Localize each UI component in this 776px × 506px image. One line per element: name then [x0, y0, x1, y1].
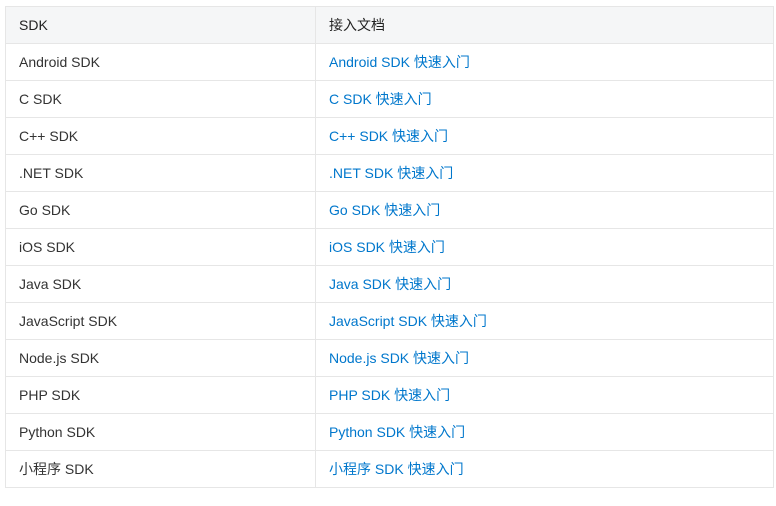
doc-link[interactable]: C SDK 快速入门 [329, 91, 432, 107]
table-row: .NET SDK .NET SDK 快速入门 [5, 154, 774, 192]
doc-link[interactable]: Python SDK 快速入门 [329, 424, 465, 440]
doc-cell: .NET SDK 快速入门 [315, 154, 774, 192]
sdk-name-cell: C SDK [5, 80, 316, 118]
header-sdk: SDK [5, 6, 316, 44]
doc-cell: 小程序 SDK 快速入门 [315, 450, 774, 488]
table-row: 小程序 SDK 小程序 SDK 快速入门 [5, 450, 774, 488]
doc-cell: iOS SDK 快速入门 [315, 228, 774, 266]
sdk-name-cell: iOS SDK [5, 228, 316, 266]
header-doc: 接入文档 [315, 6, 774, 44]
doc-cell: Java SDK 快速入门 [315, 265, 774, 303]
doc-link[interactable]: JavaScript SDK 快速入门 [329, 313, 487, 329]
doc-link[interactable]: Android SDK 快速入门 [329, 54, 470, 70]
doc-cell: C SDK 快速入门 [315, 80, 774, 118]
sdk-name-cell: Go SDK [5, 191, 316, 229]
doc-link[interactable]: Java SDK 快速入门 [329, 276, 451, 292]
doc-link[interactable]: iOS SDK 快速入门 [329, 239, 445, 255]
sdk-name-cell: Android SDK [5, 43, 316, 81]
table-row: JavaScript SDK JavaScript SDK 快速入门 [5, 302, 774, 340]
sdk-name-cell: Java SDK [5, 265, 316, 303]
doc-cell: PHP SDK 快速入门 [315, 376, 774, 414]
sdk-name-cell: PHP SDK [5, 376, 316, 414]
table-header-row: SDK 接入文档 [5, 6, 774, 44]
table-row: iOS SDK iOS SDK 快速入门 [5, 228, 774, 266]
table-header: SDK 接入文档 [5, 6, 774, 44]
doc-cell: Android SDK 快速入门 [315, 43, 774, 81]
table-row: Android SDK Android SDK 快速入门 [5, 43, 774, 81]
table-row: Java SDK Java SDK 快速入门 [5, 265, 774, 303]
doc-link[interactable]: C++ SDK 快速入门 [329, 128, 448, 144]
table-body: Android SDK Android SDK 快速入门 C SDK C SDK… [5, 43, 774, 488]
sdk-name-cell: 小程序 SDK [5, 450, 316, 488]
sdk-name-cell: Python SDK [5, 413, 316, 451]
table-row: Python SDK Python SDK 快速入门 [5, 413, 774, 451]
sdk-name-cell: JavaScript SDK [5, 302, 316, 340]
sdk-docs-table: SDK 接入文档 Android SDK Android SDK 快速入门 C … [5, 6, 774, 488]
doc-cell: Python SDK 快速入门 [315, 413, 774, 451]
doc-cell: Go SDK 快速入门 [315, 191, 774, 229]
table-row: PHP SDK PHP SDK 快速入门 [5, 376, 774, 414]
table-row: Go SDK Go SDK 快速入门 [5, 191, 774, 229]
table-row: Node.js SDK Node.js SDK 快速入门 [5, 339, 774, 377]
doc-link[interactable]: 小程序 SDK 快速入门 [329, 461, 464, 477]
doc-cell: JavaScript SDK 快速入门 [315, 302, 774, 340]
doc-link[interactable]: .NET SDK 快速入门 [329, 165, 453, 181]
table-row: C++ SDK C++ SDK 快速入门 [5, 117, 774, 155]
sdk-name-cell: C++ SDK [5, 117, 316, 155]
doc-cell: Node.js SDK 快速入门 [315, 339, 774, 377]
sdk-docs-table-container: SDK 接入文档 Android SDK Android SDK 快速入门 C … [5, 6, 774, 488]
sdk-name-cell: Node.js SDK [5, 339, 316, 377]
doc-link[interactable]: PHP SDK 快速入门 [329, 387, 450, 403]
sdk-name-cell: .NET SDK [5, 154, 316, 192]
table-row: C SDK C SDK 快速入门 [5, 80, 774, 118]
doc-cell: C++ SDK 快速入门 [315, 117, 774, 155]
doc-link[interactable]: Go SDK 快速入门 [329, 202, 440, 218]
doc-link[interactable]: Node.js SDK 快速入门 [329, 350, 469, 366]
